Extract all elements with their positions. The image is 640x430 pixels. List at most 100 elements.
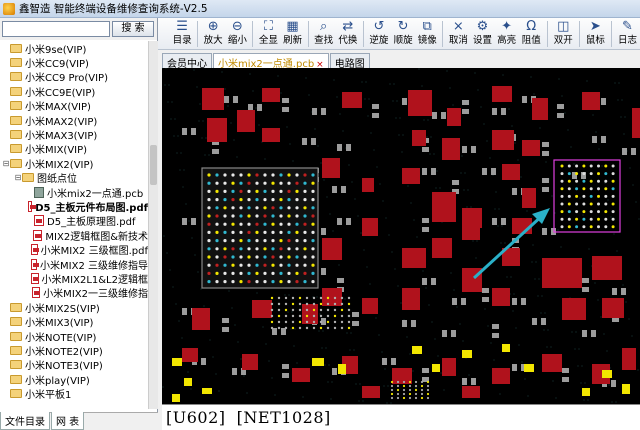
expand-toggle-icon[interactable]: ⊟ bbox=[2, 159, 10, 168]
toolbar-button-resistance[interactable]: Ω 阻值 bbox=[519, 18, 544, 50]
yellow-pad[interactable] bbox=[622, 384, 630, 394]
smd-pad[interactable] bbox=[621, 288, 626, 295]
tree-file[interactable]: D5_主板元件布局图.pdf bbox=[0, 199, 148, 214]
smd-pad[interactable] bbox=[431, 168, 436, 175]
smd-pad[interactable] bbox=[512, 298, 517, 305]
toolbar-button-fit-all[interactable]: ⛶ 全显 bbox=[256, 18, 280, 50]
smd-pad[interactable] bbox=[542, 151, 549, 156]
smd-pad[interactable] bbox=[482, 288, 489, 293]
smd-pad[interactable] bbox=[532, 318, 537, 325]
smd-pad[interactable] bbox=[337, 218, 342, 225]
smd-pad[interactable] bbox=[492, 108, 497, 115]
smd-pad[interactable] bbox=[191, 218, 196, 225]
tab-file-catalog[interactable]: 文件目录 bbox=[0, 412, 50, 430]
smd-pad[interactable] bbox=[512, 188, 517, 195]
toolbar-button-mirror[interactable]: ⧉ 镜像 bbox=[415, 18, 439, 50]
component-body[interactable] bbox=[502, 164, 520, 180]
component-body[interactable] bbox=[402, 248, 426, 268]
tree-file[interactable]: 小米MIX2L1&L2逻辑框 bbox=[0, 271, 148, 286]
tree-folder[interactable]: 小米CC9 Pro(VIP) bbox=[0, 70, 148, 84]
component-body[interactable] bbox=[602, 298, 624, 318]
tree-file[interactable]: D5_主板原理图.pdf bbox=[0, 214, 148, 228]
smd-pad[interactable] bbox=[411, 320, 416, 327]
component-body[interactable] bbox=[192, 308, 210, 330]
smd-pad[interactable] bbox=[462, 146, 467, 153]
smd-pad[interactable] bbox=[272, 328, 277, 335]
yellow-pad[interactable] bbox=[338, 364, 346, 374]
expand-toggle-icon[interactable]: ⊟ bbox=[14, 173, 22, 182]
yellow-pad[interactable] bbox=[582, 388, 590, 396]
component-body[interactable] bbox=[182, 348, 198, 362]
component-body[interactable] bbox=[432, 192, 456, 222]
smd-pad[interactable] bbox=[622, 148, 627, 155]
smd-pad[interactable] bbox=[542, 178, 549, 183]
smd-pad[interactable] bbox=[302, 138, 307, 145]
tree-folder[interactable]: 小米MIX3(VIP) bbox=[0, 314, 148, 329]
smd-pad[interactable] bbox=[233, 96, 238, 103]
highlight-box-u602[interactable] bbox=[553, 159, 621, 233]
component-body[interactable] bbox=[322, 288, 342, 306]
tab-netlist[interactable]: 网 表 bbox=[51, 412, 85, 430]
component-body[interactable] bbox=[322, 238, 342, 260]
smd-pad[interactable] bbox=[492, 333, 499, 338]
yellow-pad[interactable] bbox=[462, 350, 472, 358]
tree-folder[interactable]: 小米MIX2S(VIP) bbox=[0, 300, 148, 314]
smd-pad[interactable] bbox=[501, 218, 506, 225]
yellow-pad[interactable] bbox=[172, 358, 182, 366]
smd-pad[interactable] bbox=[462, 100, 469, 105]
component-body[interactable] bbox=[442, 138, 460, 160]
component-body[interactable] bbox=[532, 98, 548, 120]
smd-pad[interactable] bbox=[582, 330, 587, 337]
document-tab[interactable]: 小米mix2一点通.pcb × bbox=[213, 53, 329, 70]
tree-folder[interactable]: 小米MIX(VIP) bbox=[0, 142, 148, 156]
toolbar-button-dual-open[interactable]: ◫ 双开 bbox=[551, 18, 576, 50]
bga-chip-outline[interactable] bbox=[201, 167, 319, 289]
smd-pad[interactable] bbox=[542, 142, 549, 147]
smd-pad[interactable] bbox=[491, 168, 496, 175]
smd-pad[interactable] bbox=[562, 377, 569, 382]
tree-file[interactable]: 小米MIX2 三级维修指导 bbox=[0, 257, 148, 271]
smd-pad[interactable] bbox=[341, 186, 346, 193]
component-body[interactable] bbox=[592, 256, 622, 280]
smd-pad[interactable] bbox=[346, 218, 351, 225]
smd-pad[interactable] bbox=[182, 218, 187, 225]
document-tab[interactable]: 会员中心 bbox=[162, 53, 212, 70]
smd-pad[interactable] bbox=[352, 312, 359, 317]
smd-pad[interactable] bbox=[452, 180, 459, 185]
smd-pad[interactable] bbox=[282, 373, 289, 378]
smd-pad[interactable] bbox=[372, 104, 379, 109]
tree-folder[interactable]: 小米MAX(VIP) bbox=[0, 99, 148, 113]
smd-pad[interactable] bbox=[557, 104, 564, 109]
smd-pad[interactable] bbox=[482, 297, 489, 302]
smd-pad[interactable] bbox=[451, 330, 456, 337]
smd-pad[interactable] bbox=[601, 136, 606, 143]
smd-pad[interactable] bbox=[612, 288, 617, 295]
tree-folder[interactable]: 小米NOTE3(VIP) bbox=[0, 358, 148, 372]
component-body[interactable] bbox=[632, 108, 640, 138]
smd-pad[interactable] bbox=[257, 104, 262, 111]
search-input[interactable] bbox=[2, 21, 110, 37]
smd-pad[interactable] bbox=[191, 128, 196, 135]
smd-pad[interactable] bbox=[282, 364, 289, 369]
component-body[interactable] bbox=[447, 108, 461, 126]
tree-file[interactable]: 小米mix2一点通.pcb bbox=[0, 185, 148, 199]
smd-pad[interactable] bbox=[321, 268, 326, 275]
smd-pad[interactable] bbox=[232, 368, 237, 375]
component-body[interactable] bbox=[262, 88, 280, 102]
smd-pad[interactable] bbox=[402, 98, 407, 105]
smd-pad[interactable] bbox=[337, 278, 344, 283]
smd-pad[interactable] bbox=[471, 378, 476, 385]
smd-pad[interactable] bbox=[282, 98, 289, 103]
toolbar-button-refresh[interactable]: ▦ 刷新 bbox=[281, 18, 305, 50]
component-body[interactable] bbox=[432, 238, 452, 258]
component-body[interactable] bbox=[242, 354, 258, 370]
yellow-pad[interactable] bbox=[432, 364, 440, 372]
smd-pad[interactable] bbox=[382, 358, 387, 365]
smd-pad[interactable] bbox=[311, 138, 316, 145]
smd-pad[interactable] bbox=[521, 298, 526, 305]
smd-pad[interactable] bbox=[222, 327, 229, 332]
tree-file[interactable]: MIX2逻辑框图&新技术 bbox=[0, 228, 148, 242]
toolbar-button-log[interactable]: ✎ 日志 bbox=[615, 18, 640, 50]
smd-pad[interactable] bbox=[562, 368, 569, 373]
smd-pad[interactable] bbox=[422, 168, 427, 175]
